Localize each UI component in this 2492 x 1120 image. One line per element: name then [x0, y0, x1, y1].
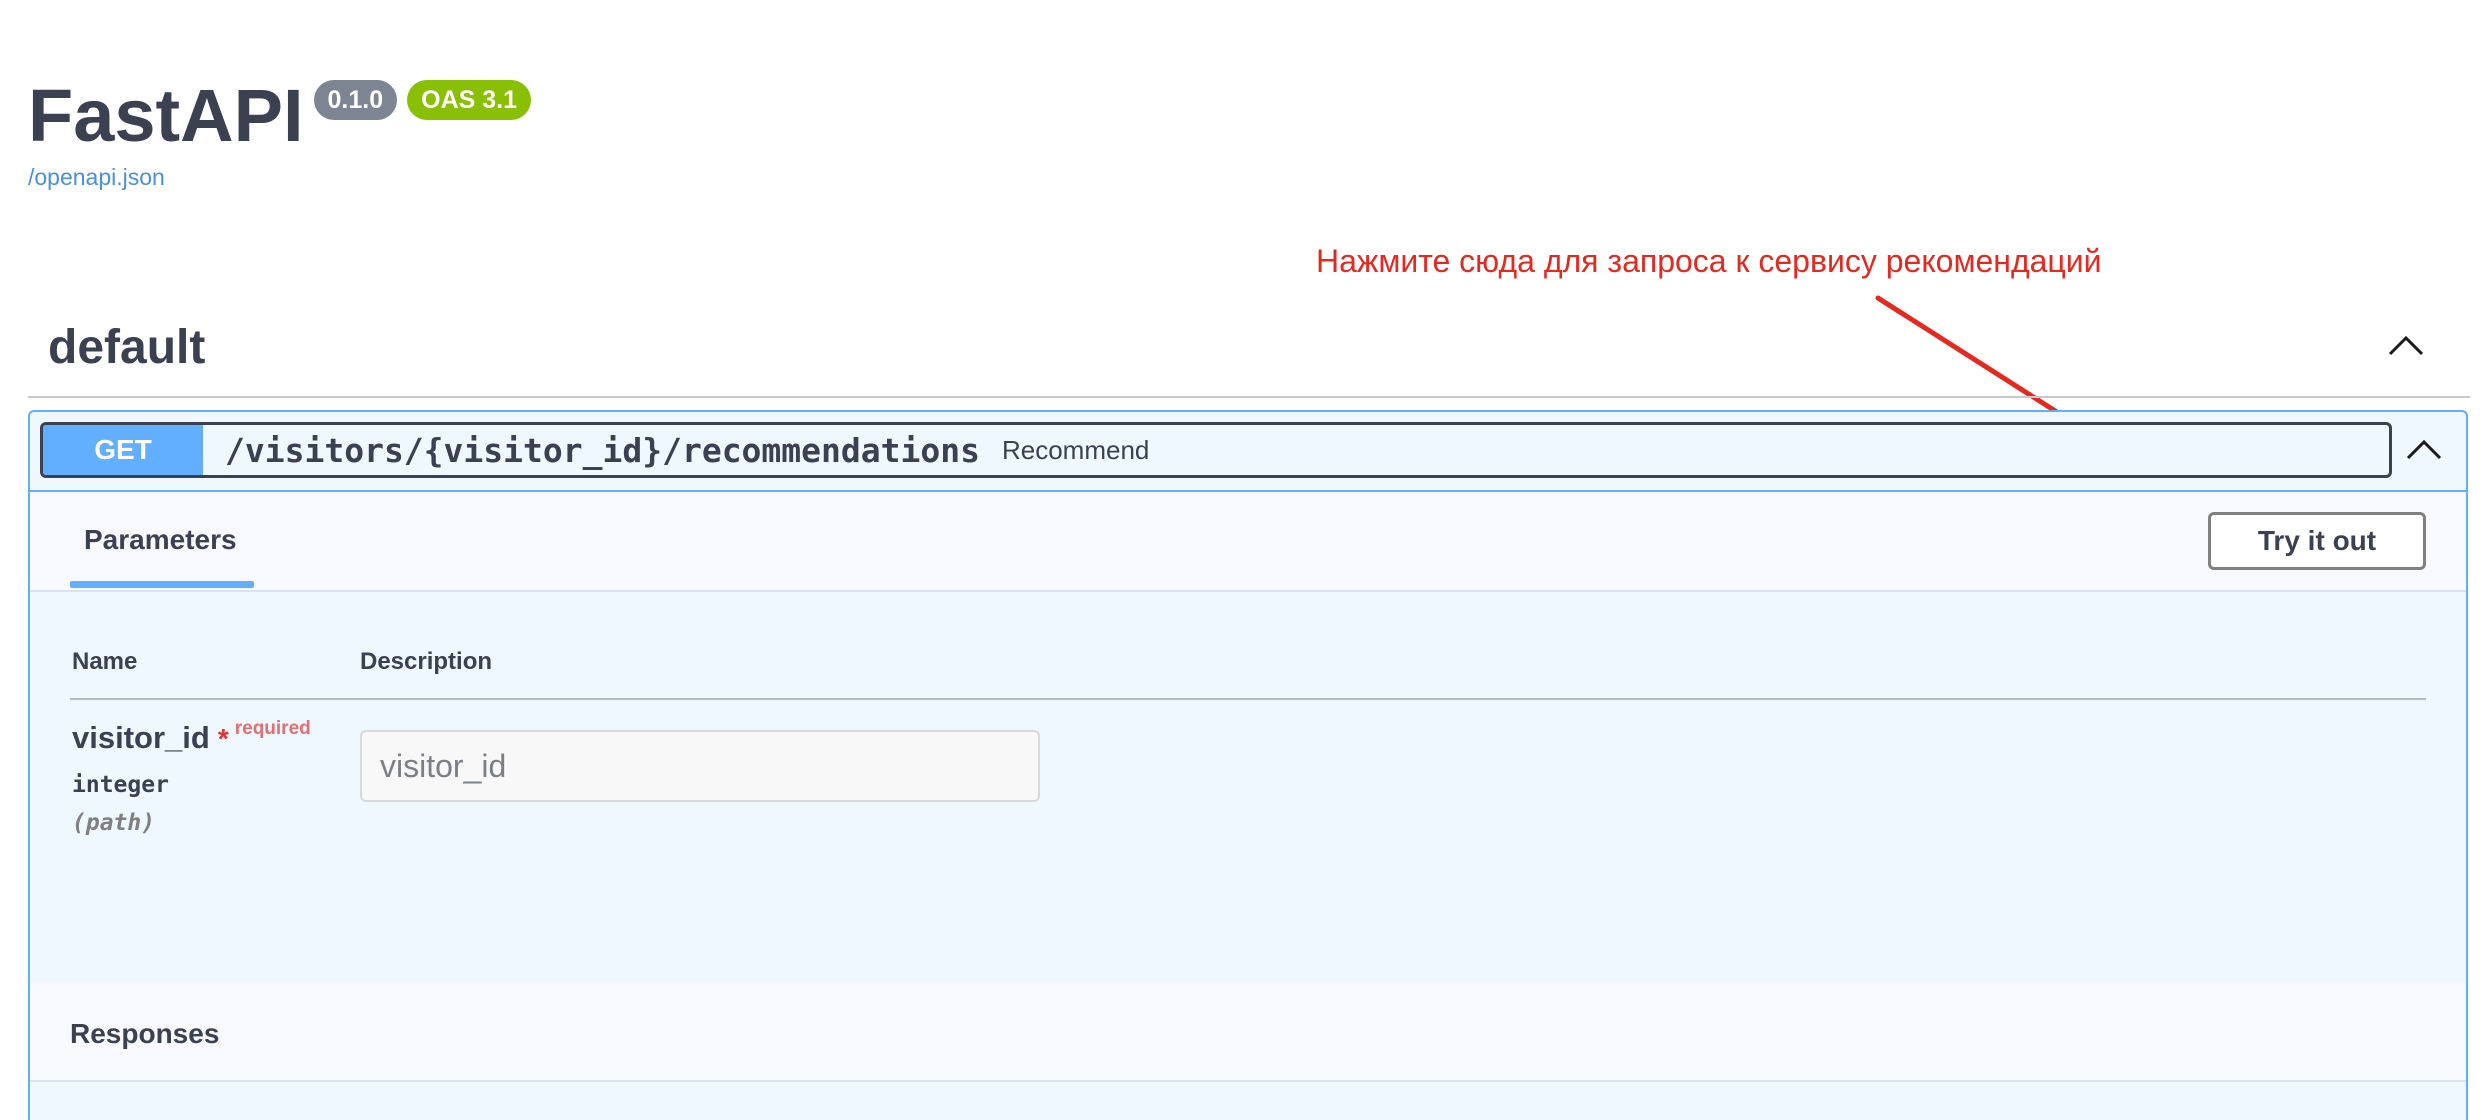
- parameters-header: Parameters Try it out: [30, 492, 2466, 592]
- swagger-page: FastAPI 0.1.0 OAS 3.1 /openapi.json Нажм…: [0, 0, 2492, 1120]
- chevron-up-icon[interactable]: [2386, 330, 2426, 360]
- api-title: FastAPI: [28, 74, 304, 157]
- table-header-divider: [70, 698, 2426, 700]
- openapi-spec-link[interactable]: /openapi.json: [28, 164, 531, 191]
- parameter-name: visitor_id * required: [72, 718, 311, 756]
- operation-path: /visitors/{visitor_id}/recommendations: [225, 430, 980, 470]
- required-label: required: [234, 718, 311, 739]
- responses-title: Responses: [70, 1018, 220, 1049]
- operation-block-get: GET /visitors/{visitor_id}/recommendatio…: [28, 410, 2468, 1120]
- parameter-location: (path): [72, 810, 156, 836]
- try-it-out-button[interactable]: Try it out: [2208, 512, 2426, 570]
- tab-parameters-label: Parameters: [84, 524, 237, 555]
- operation-summary-text: Recommend: [1001, 434, 1150, 465]
- oas-badge: OAS 3.1: [407, 80, 531, 120]
- title-row: FastAPI 0.1.0 OAS 3.1: [28, 72, 531, 160]
- visitor-id-input[interactable]: [360, 730, 1040, 802]
- parameter-name-text: visitor_id: [72, 720, 210, 755]
- column-header-name: Name: [72, 648, 138, 675]
- http-method-badge: GET: [43, 425, 203, 475]
- operation-summary[interactable]: GET /visitors/{visitor_id}/recommendatio…: [40, 422, 2392, 478]
- tag-section-header[interactable]: default: [28, 300, 2470, 398]
- tab-parameters[interactable]: Parameters: [70, 492, 254, 592]
- column-header-description: Description: [360, 648, 493, 675]
- version-badge: 0.1.0: [313, 80, 398, 120]
- tag-section-title: default: [48, 321, 206, 374]
- tab-active-indicator: [70, 581, 254, 588]
- parameter-type: integer: [72, 772, 169, 798]
- annotation-text: Нажмите сюда для запроса к сервису реком…: [1316, 243, 2102, 279]
- required-star: *: [217, 723, 229, 754]
- chevron-up-icon[interactable]: [2404, 434, 2444, 464]
- responses-header: Responses: [30, 982, 2466, 1082]
- api-info: FastAPI 0.1.0 OAS 3.1 /openapi.json: [28, 72, 531, 191]
